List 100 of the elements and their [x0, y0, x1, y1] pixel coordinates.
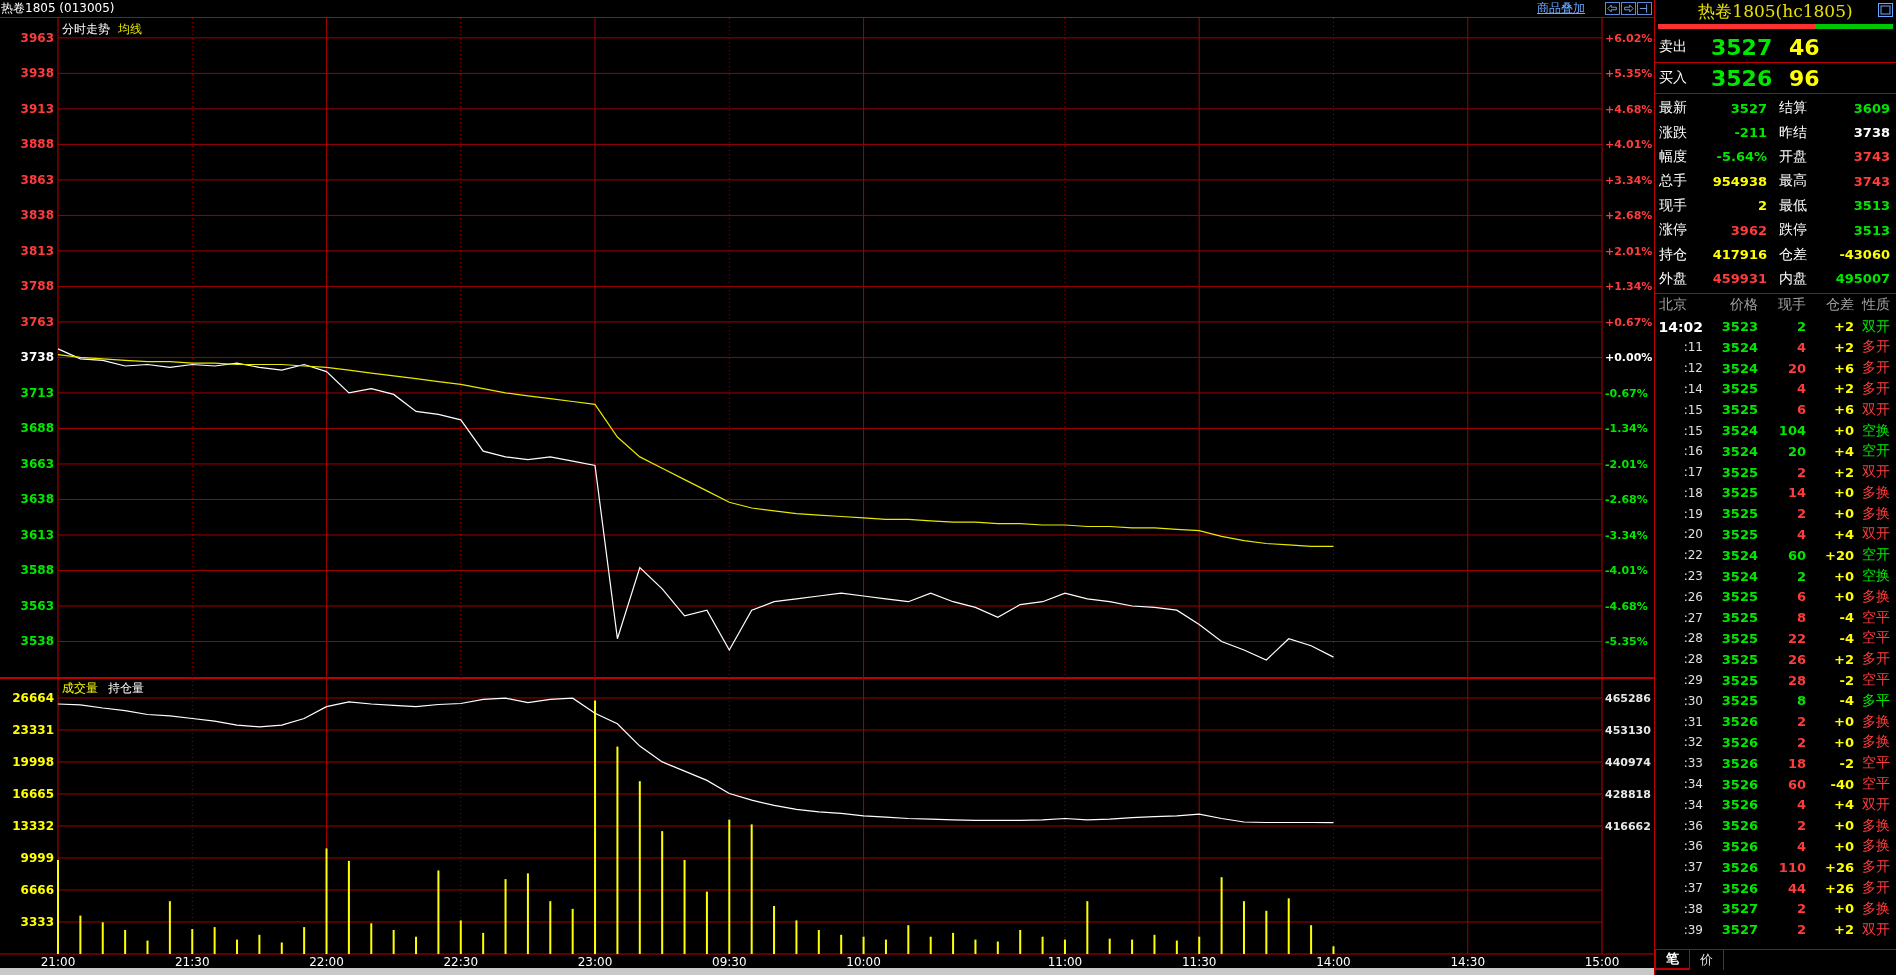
axis-label: 9999 [20, 851, 54, 865]
percent-label: -2.68% [1605, 493, 1648, 507]
axis-label: 3713 [20, 385, 54, 400]
view-tab[interactable]: 笔 [1655, 950, 1690, 970]
trade-type: 多换 [1861, 504, 1891, 523]
time-label: 15:00 [1584, 955, 1620, 968]
trade-volume: 2 [1796, 922, 1806, 938]
trade-time: :38 [1683, 901, 1703, 916]
trade-type: 空平 [1861, 671, 1891, 690]
volume-bar [101, 922, 104, 954]
percent-label: +1.34% [1605, 280, 1653, 294]
trade-time: :14 [1683, 381, 1703, 396]
axis-label: 3613 [20, 527, 54, 542]
trade-time: :34 [1683, 777, 1703, 792]
scrollbar[interactable] [0, 968, 1654, 975]
volume-bar [1019, 930, 1022, 954]
trade-volume: 2 [1796, 464, 1806, 480]
stat-label: 最低 [1778, 196, 1808, 215]
volume-bar [168, 901, 171, 954]
volume-bar [280, 942, 283, 954]
trade-type: 空换 [1861, 421, 1891, 440]
arrow-right-icon[interactable] [1621, 2, 1636, 15]
trade-price: 3525 [1721, 381, 1758, 397]
trade-volume: 44 [1787, 880, 1806, 896]
percent-label: +6.02% [1605, 31, 1653, 45]
trade-time: :37 [1683, 881, 1703, 896]
volume-bar [258, 934, 261, 954]
volume-bar [1265, 910, 1268, 954]
trade-type: 多换 [1861, 837, 1891, 856]
open-interest-change: +0 [1834, 901, 1854, 917]
trade-time: :23 [1683, 569, 1703, 584]
stat-label: 涨跌 [1659, 123, 1688, 142]
legend-label: 成交量 [62, 681, 98, 695]
order-label: 卖出 [1659, 38, 1688, 56]
trade-price: 3526 [1721, 838, 1758, 854]
layout-icon[interactable] [1637, 2, 1652, 15]
trade-price: 3525 [1721, 402, 1758, 418]
stat-value: 417916 [1712, 247, 1767, 263]
open-interest-change: +0 [1834, 818, 1854, 834]
stat-value: 459931 [1712, 271, 1767, 287]
volume-bar [1108, 938, 1111, 954]
trade-volume: 8 [1796, 693, 1806, 709]
percent-label: +3.34% [1605, 173, 1653, 187]
stat-label: 总手 [1659, 172, 1688, 191]
trade-price: 3523 [1721, 319, 1758, 334]
stat-value: 3513 [1853, 222, 1890, 238]
trade-time: :19 [1683, 506, 1703, 521]
window-icon[interactable] [1878, 3, 1893, 17]
volume-bar [1086, 901, 1089, 954]
axis-label: 453130 [1605, 724, 1651, 737]
trade-price: 3525 [1721, 693, 1758, 709]
open-interest-change: +4 [1834, 527, 1854, 542]
trade-type: 多开 [1861, 379, 1891, 398]
stat-value: 3609 [1853, 100, 1890, 116]
column-header: 仓差 [1826, 296, 1854, 315]
trade-volume: 28 [1787, 672, 1806, 688]
arrow-left-icon[interactable] [1605, 2, 1620, 15]
axis-label: 3333 [20, 915, 54, 929]
volume-bar [1131, 939, 1134, 954]
trade-price: 3524 [1721, 547, 1758, 563]
volume-bar [1175, 940, 1178, 954]
percent-label: +0.00% [1605, 351, 1653, 365]
axis-label: 3788 [20, 279, 54, 294]
volume-bar [124, 930, 127, 954]
trade-price: 3526 [1721, 755, 1758, 771]
axis-label: 3763 [20, 314, 54, 329]
trade-type: 多平 [1861, 691, 1891, 710]
open-interest-change: +4 [1834, 443, 1854, 459]
trade-time: :20 [1683, 527, 1703, 542]
axis-label: 416662 [1605, 820, 1651, 833]
open-interest-change: +0 [1834, 485, 1854, 501]
view-tab[interactable]: 价 [1690, 950, 1724, 970]
stat-value: -43060 [1839, 247, 1890, 263]
axis-label: 3663 [20, 456, 54, 471]
trade-time: :29 [1683, 673, 1703, 688]
trade-volume: 110 [1778, 859, 1806, 875]
open-interest-change: +0 [1834, 589, 1854, 605]
trade-time: :15 [1683, 423, 1703, 438]
volume-bar [952, 932, 955, 954]
axis-label: 13332 [12, 819, 54, 833]
time-label: 10:00 [846, 955, 881, 968]
time-label: 14:00 [1316, 955, 1351, 968]
overlay-link[interactable]: 商品叠加 [1537, 0, 1585, 17]
volume-bar [303, 927, 306, 954]
trade-price: 3526 [1721, 776, 1758, 792]
stat-value: 3743 [1853, 173, 1890, 189]
trade-type: 双开 [1861, 795, 1891, 814]
stat-label: 涨停 [1659, 221, 1688, 240]
trade-price: 3524 [1721, 423, 1758, 438]
column-header: 北京 [1658, 296, 1687, 315]
volume-bar [370, 923, 373, 954]
volume-bar [213, 927, 216, 954]
trade-type: 多换 [1861, 483, 1891, 502]
stat-label: 现手 [1659, 196, 1688, 215]
volume-bar [974, 939, 977, 954]
axis-label: 3963 [20, 30, 54, 45]
axis-label: 3888 [20, 137, 54, 152]
trade-time: :34 [1683, 797, 1703, 812]
percent-label: -0.67% [1605, 386, 1648, 400]
axis-label: 3588 [20, 563, 54, 578]
